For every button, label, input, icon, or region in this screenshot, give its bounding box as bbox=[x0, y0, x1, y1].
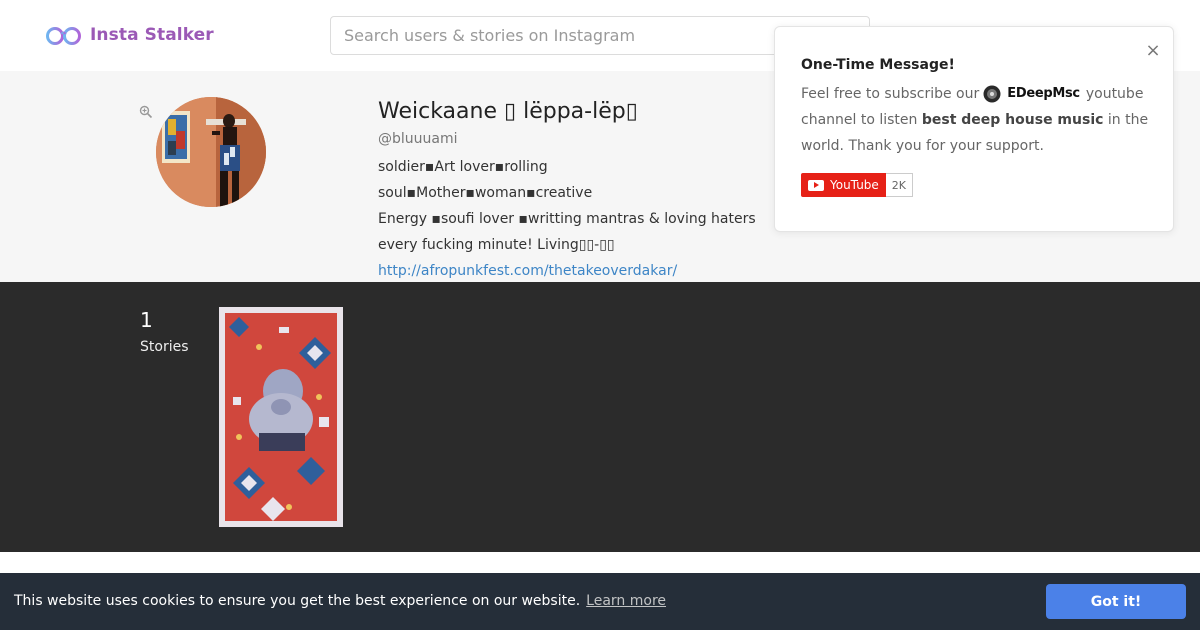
learn-more-link[interactable]: Learn more bbox=[586, 593, 666, 609]
profile-website-link[interactable]: http://afropunkfest.com/thetakeoverdakar… bbox=[378, 258, 758, 284]
profile-info: Weickaane ▯ lëppa-lëp▯ @bluuuami soldier… bbox=[378, 97, 758, 284]
popup-bold-text: best deep house music bbox=[921, 112, 1104, 128]
popup-title: One-Time Message! bbox=[801, 57, 955, 73]
one-time-message-popup: × One-Time Message! Feel free to subscri… bbox=[774, 26, 1174, 232]
stories-label: Stories bbox=[140, 339, 189, 355]
logo-text: Insta Stalker bbox=[90, 25, 214, 45]
cookie-accept-button[interactable]: Got it! bbox=[1046, 584, 1186, 619]
profile-bio: soldier▪Art lover▪rolling soul▪Mother▪wo… bbox=[378, 154, 758, 258]
avatar[interactable] bbox=[156, 97, 266, 207]
subscriber-count: 2K bbox=[885, 173, 914, 197]
story-thumbnail[interactable] bbox=[219, 307, 343, 527]
profile-username: @bluuuami bbox=[378, 131, 458, 147]
bio-line: soldier▪Art lover▪rolling soul▪Mother▪wo… bbox=[378, 159, 593, 201]
logo[interactable]: Insta Stalker bbox=[45, 22, 214, 48]
channel-logo-icon bbox=[983, 85, 1001, 103]
youtube-label: YouTube bbox=[830, 178, 879, 192]
bio-line: every fucking minute! Living▯▯-▯▯ bbox=[378, 237, 615, 253]
glasses-icon bbox=[45, 22, 83, 48]
youtube-subscribe: YouTube 2K bbox=[801, 173, 914, 197]
popup-body: Feel free to subscribe our EDeepMsc youtub… bbox=[801, 81, 1156, 159]
channel-name: EDeepMsc bbox=[1007, 86, 1080, 101]
profile-name: Weickaane ▯ lëppa-lëp▯ bbox=[378, 99, 638, 124]
popup-text: Feel free to subscribe our bbox=[801, 86, 980, 102]
channel-badge[interactable]: EDeepMsc bbox=[983, 81, 1080, 107]
cookie-message: This website uses cookies to ensure you … bbox=[14, 593, 581, 609]
cookie-banner: This website uses cookies to ensure you … bbox=[0, 573, 1200, 630]
youtube-subscribe-button[interactable]: YouTube bbox=[801, 173, 886, 197]
stories-section: 1 Stories bbox=[0, 282, 1200, 552]
bio-line: Energy ▪soufi lover ▪writting mantras & … bbox=[378, 211, 756, 227]
cookie-text-wrap: This website uses cookies to ensure you … bbox=[14, 593, 666, 609]
stories-count: 1 bbox=[140, 308, 153, 332]
close-icon[interactable]: × bbox=[1145, 42, 1161, 60]
youtube-icon bbox=[808, 179, 824, 191]
zoom-in-icon[interactable] bbox=[139, 104, 153, 119]
